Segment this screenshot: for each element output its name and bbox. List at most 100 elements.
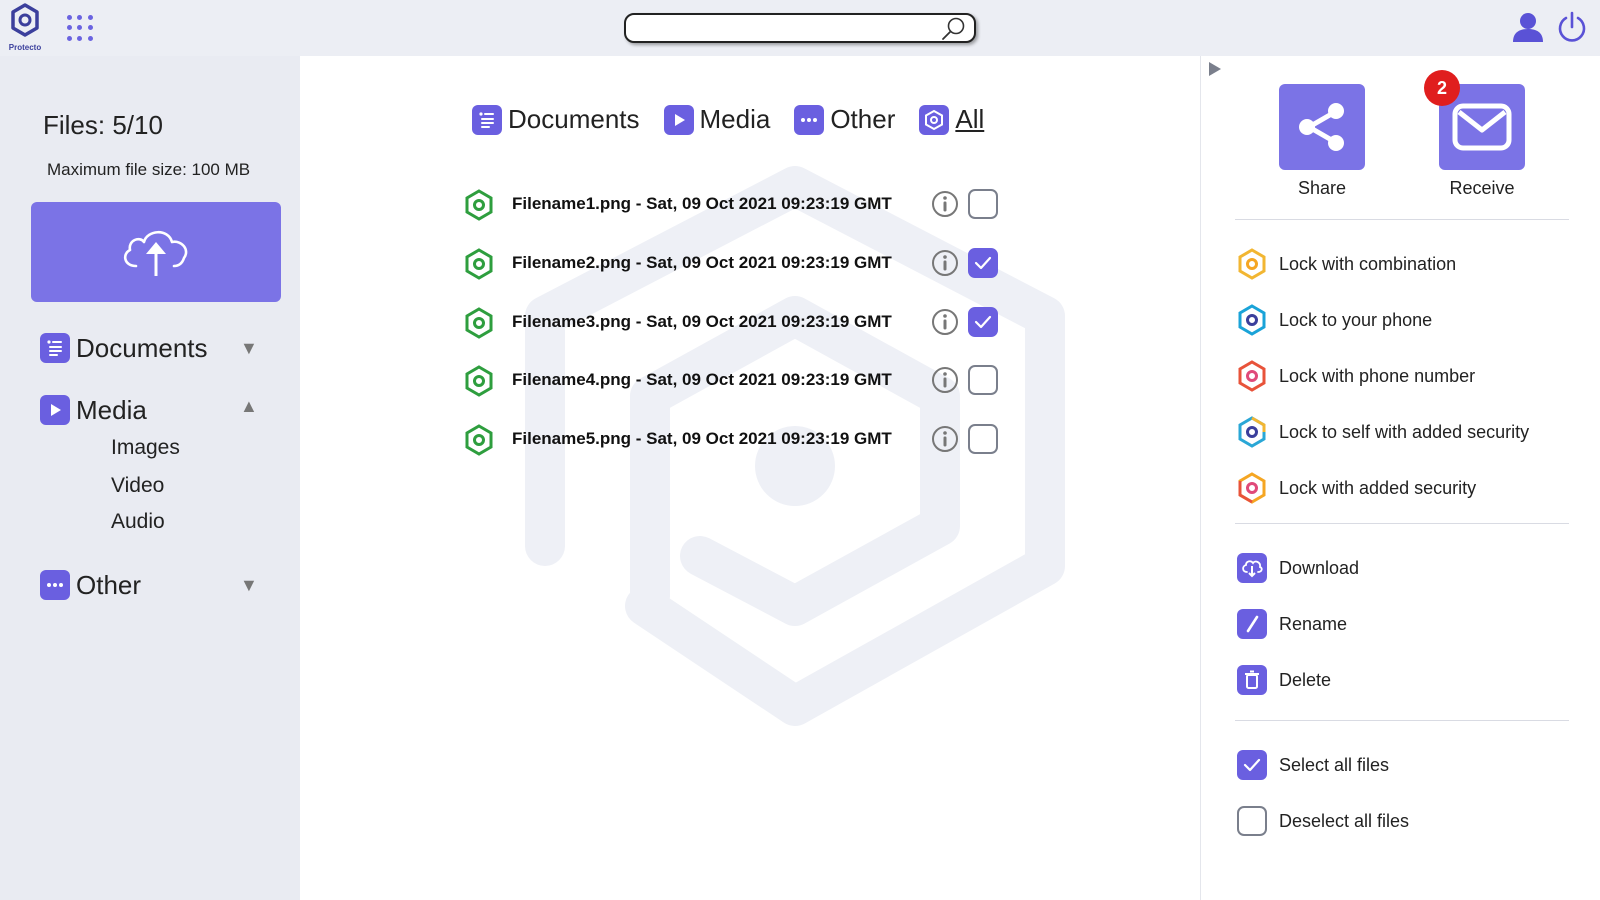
mail-icon [1452,103,1512,151]
file-checkbox[interactable] [968,424,998,454]
protected-file-icon [465,248,493,280]
tab-media[interactable]: Media [663,104,771,135]
sidebar-subitem-audio[interactable]: Audio [111,510,165,534]
tab-other[interactable]: Other [794,104,895,135]
file-row[interactable]: Filename1.png - Sat, 09 Oct 2021 09:23:1… [464,186,1004,222]
checkbox-checked-icon [1237,750,1267,780]
info-icon[interactable] [931,308,959,336]
file-list-area: Documents Media Other All Filename1.png … [300,56,1200,900]
file-row[interactable]: Filename3.png - Sat, 09 Oct 2021 09:23:1… [464,304,1004,340]
action-label: Lock with added security [1279,477,1477,498]
rename-action[interactable]: Rename [1237,608,1347,640]
lock-to-self-with-added-security[interactable]: Lock to self with added security [1237,416,1529,448]
share-button[interactable] [1279,84,1365,170]
action-label: Deselect all files [1279,810,1410,831]
lock-added-security-icon [1238,472,1266,504]
action-label: Lock with combination [1279,253,1457,274]
search-input[interactable] [636,18,926,38]
lock-to-your-phone[interactable]: Lock to your phone [1237,304,1432,336]
logo-text: Protecto [8,43,42,52]
sidebar-category-media[interactable]: Media [40,394,147,426]
info-icon[interactable] [931,249,959,277]
info-icon[interactable] [931,190,959,218]
tab-label: Other [830,104,896,134]
action-label: Download [1279,557,1360,578]
file-name: Filename5.png - Sat, 09 Oct 2021 09:23:1… [512,429,892,448]
sidebar-category-other[interactable]: Other [40,569,141,601]
checkmark-icon [974,315,992,329]
lock-with-combination[interactable]: Lock with combination [1237,248,1456,280]
divider [1235,720,1569,721]
download-icon [1237,553,1267,583]
protected-file-icon [465,189,493,221]
media-icon [40,395,70,425]
download-action[interactable]: Download [1237,552,1359,584]
divider [1235,219,1569,220]
action-label: Delete [1279,669,1332,690]
max-file-size: Maximum file size: 100 MB [47,160,251,179]
power-icon[interactable] [1556,11,1588,45]
delete-action[interactable]: Delete [1237,664,1331,696]
lock-with-phone-number[interactable]: Lock with phone number [1237,360,1475,392]
sidebar-subitem-video[interactable]: Video [111,474,164,498]
other-icon [794,104,825,135]
lock-phone-icon [1238,304,1266,336]
sidebar-subitem-images[interactable]: Images [111,436,180,460]
action-label: Lock to your phone [1279,309,1433,330]
action-label: Lock with phone number [1279,365,1476,386]
files-count: Files: 5/10 [43,110,163,140]
deselect-all-files[interactable]: Deselect all files [1237,805,1409,837]
file-row[interactable]: Filename2.png - Sat, 09 Oct 2021 09:23:1… [464,245,1004,281]
select-all-files[interactable]: Select all files [1237,749,1389,781]
sidebar-category-documents[interactable]: Documents [40,332,208,364]
file-checkbox[interactable] [968,365,998,395]
action-label: Select all files [1279,754,1390,775]
protected-file-icon [465,307,493,339]
receive-label: Receive [1449,178,1515,198]
file-row[interactable]: Filename4.png - Sat, 09 Oct 2021 09:23:1… [464,362,1004,398]
category-tabs: Documents Media Other All [472,104,1008,135]
file-checkbox[interactable] [968,307,998,337]
collapse-panel-icon[interactable] [1207,60,1223,78]
documents-icon [472,104,502,135]
user-icon[interactable] [1512,11,1544,43]
pencil-icon [1237,609,1267,639]
protected-file-icon [465,424,493,456]
checkbox-empty-icon [1237,806,1267,836]
category-label: Documents [76,332,208,363]
share-label: Share [1297,178,1347,198]
media-icon [663,104,694,135]
top-bar: Protecto [0,0,1600,56]
expand-other-icon[interactable]: ▼ [240,575,258,596]
tab-label: Media [699,104,771,134]
action-label: Lock to self with added security [1279,421,1530,442]
protected-file-icon [465,365,493,397]
file-name: Filename4.png - Sat, 09 Oct 2021 09:23:1… [512,370,892,389]
share-icon [1299,103,1344,151]
lock-with-added-security[interactable]: Lock with added security [1237,472,1476,504]
file-row[interactable]: Filename5.png - Sat, 09 Oct 2021 09:23:1… [464,421,1004,457]
file-checkbox[interactable] [968,189,998,219]
lock-self-security-icon [1238,416,1266,448]
file-name: Filename1.png - Sat, 09 Oct 2021 09:23:1… [512,194,892,213]
info-icon[interactable] [931,425,959,453]
collapse-media-icon[interactable]: ▲ [240,396,258,417]
checkmark-icon [974,256,992,270]
expand-documents-icon[interactable]: ▼ [240,338,258,359]
apps-grid-icon[interactable] [64,12,96,44]
sidebar: Files: 5/10 Maximum file size: 100 MB Do… [0,56,300,900]
file-name: Filename3.png - Sat, 09 Oct 2021 09:23:1… [512,312,892,331]
lock-combination-icon [1238,248,1266,280]
receive-notification-badge: 2 [1424,70,1460,106]
tab-all[interactable]: All [919,104,984,135]
upload-button[interactable] [31,202,281,302]
search-bar [624,13,976,43]
all-files-icon [919,104,950,135]
search-icon[interactable] [940,16,966,42]
info-icon[interactable] [931,366,959,394]
tab-documents[interactable]: Documents [472,104,640,135]
divider [1235,523,1569,524]
file-checkbox[interactable] [968,248,998,278]
cloud-upload-icon [123,230,188,276]
other-icon [40,570,70,600]
